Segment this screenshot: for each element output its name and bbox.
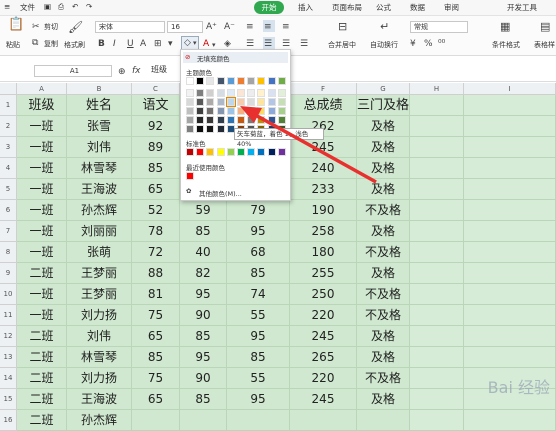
row-header[interactable]: 16 xyxy=(0,410,17,431)
table-cell[interactable] xyxy=(180,410,227,431)
arrow-head xyxy=(240,106,262,123)
watermark-logo: Bai 经验 xyxy=(487,378,550,397)
table-cell[interactable] xyxy=(227,410,290,431)
table-cell[interactable] xyxy=(357,410,410,431)
table-cell[interactable]: 孙杰辉 xyxy=(67,410,132,431)
table-cell[interactable] xyxy=(132,410,180,431)
table-cell[interactable] xyxy=(410,410,464,431)
table-cell[interactable]: 二班 xyxy=(17,410,67,431)
annotation-arrow xyxy=(240,106,377,184)
table-cell[interactable] xyxy=(464,410,556,431)
table-cell[interactable] xyxy=(290,410,357,431)
arrow-shaft xyxy=(249,110,377,184)
